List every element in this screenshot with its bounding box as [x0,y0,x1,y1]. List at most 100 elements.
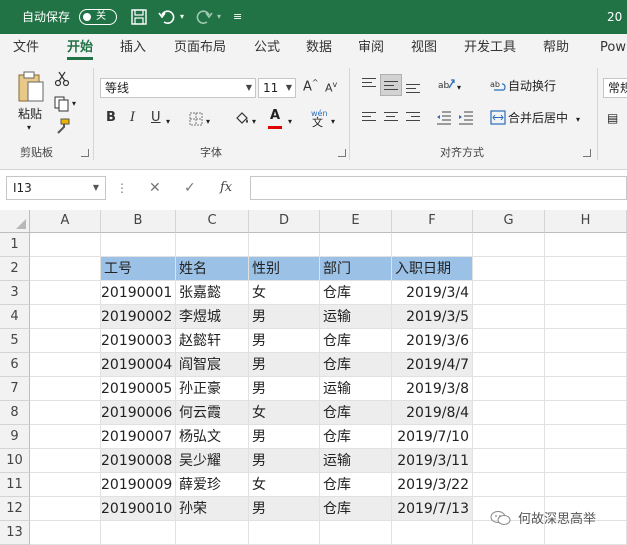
table-cell[interactable]: 20190005 [101,377,176,401]
table-cell[interactable]: 运输 [320,305,392,329]
merge-center-icon[interactable] [490,110,506,125]
table-cell[interactable]: 吴少耀 [176,449,249,473]
table-cell[interactable]: 2019/7/10 [392,425,473,449]
cell[interactable] [473,449,545,473]
align-right-icon[interactable] [406,112,420,124]
table-cell[interactable]: 仓库 [320,281,392,305]
fill-color-dropdown-icon[interactable]: ▾ [252,114,256,130]
table-cell[interactable]: 2019/3/11 [392,449,473,473]
table-cell[interactable]: 女 [249,401,320,425]
customize-qat-icon[interactable]: ≡ [233,0,242,34]
table-cell[interactable]: 20190001 [101,281,176,305]
cell[interactable] [30,353,101,377]
table-cell[interactable]: 赵懿轩 [176,329,249,353]
cell[interactable] [545,425,627,449]
table-cell[interactable]: 阎智宸 [176,353,249,377]
table-cell[interactable]: 男 [249,449,320,473]
table-cell[interactable]: 2019/3/6 [392,329,473,353]
cell[interactable] [545,233,627,257]
paste-dropdown-icon[interactable]: ▾ [27,120,31,136]
cell[interactable] [545,377,627,401]
confirm-icon[interactable]: ✓ [184,176,196,200]
cell[interactable] [473,401,545,425]
row-header-9[interactable]: 9 [0,425,30,449]
table-cell[interactable]: 2019/3/4 [392,281,473,305]
font-launcher-icon[interactable] [338,149,346,157]
name-box[interactable]: I13 ▼ [6,176,106,200]
cell[interactable] [545,353,627,377]
wrap-text-button[interactable]: 自动换行 [508,78,556,94]
table-cell[interactable]: 2019/3/8 [392,377,473,401]
cell[interactable] [392,233,473,257]
row-header-4[interactable]: 4 [0,305,30,329]
cell[interactable] [30,257,101,281]
phonetic-guide-button[interactable]: 文 [312,115,323,131]
align-top-icon[interactable] [362,78,376,90]
fill-color-icon[interactable] [234,110,250,126]
row-header-12[interactable]: 12 [0,497,30,521]
cell[interactable] [473,377,545,401]
cell[interactable] [320,233,392,257]
table-cell[interactable]: 男 [249,497,320,521]
tab-review[interactable]: 审阅 [358,34,384,62]
cell[interactable] [545,401,627,425]
column-header-e[interactable]: E [320,210,392,233]
row-header-5[interactable]: 5 [0,329,30,353]
cell[interactable] [30,401,101,425]
decrease-font-size-icon[interactable]: Av [325,80,337,95]
phonetic-dropdown-icon[interactable]: ▾ [331,114,335,130]
borders-icon[interactable] [189,112,203,126]
row-header-3[interactable]: 3 [0,281,30,305]
cell[interactable] [545,281,627,305]
cell[interactable] [30,377,101,401]
tab-page-layout[interactable]: 页面布局 [174,34,226,62]
column-header-d[interactable]: D [249,210,320,233]
column-header-g[interactable]: G [473,210,545,233]
wrap-text-icon[interactable]: ab [490,78,506,92]
table-cell[interactable]: 女 [249,281,320,305]
tab-data[interactable]: 数据 [306,34,332,62]
font-name-select[interactable]: 等线 ▼ [100,78,256,98]
font-color-button[interactable]: A [270,108,280,123]
row-header-13[interactable]: 13 [0,521,30,545]
undo-dropdown-icon[interactable]: ▾ [180,0,184,34]
table-cell[interactable]: 男 [249,425,320,449]
tab-insert[interactable]: 插入 [120,34,146,62]
redo-icon[interactable] [195,8,213,26]
column-header-a[interactable]: A [30,210,101,233]
table-cell[interactable]: 2019/3/5 [392,305,473,329]
table-cell[interactable]: 运输 [320,377,392,401]
underline-dropdown-icon[interactable]: ▾ [166,114,170,130]
table-cell[interactable]: 薛爱珍 [176,473,249,497]
table-cell[interactable]: 孙荣 [176,497,249,521]
table-header-cell[interactable]: 入职日期 [392,257,473,281]
cell[interactable] [30,329,101,353]
cell[interactable] [101,233,176,257]
cell[interactable] [473,305,545,329]
table-cell[interactable]: 20190006 [101,401,176,425]
cell[interactable] [545,449,627,473]
row-header-1[interactable]: 1 [0,233,30,257]
tab-view[interactable]: 视图 [411,34,437,62]
table-cell[interactable]: 仓库 [320,329,392,353]
row-header-6[interactable]: 6 [0,353,30,377]
number-format-select[interactable]: 常规 [603,78,627,98]
cell[interactable] [30,449,101,473]
table-header-cell[interactable]: 姓名 [176,257,249,281]
align-center-icon[interactable] [384,112,398,124]
row-header-8[interactable]: 8 [0,401,30,425]
table-cell[interactable]: 20190003 [101,329,176,353]
copy-dropdown-icon[interactable]: ▾ [72,96,76,112]
tab-file[interactable]: 文件 [13,34,39,62]
row-header-7[interactable]: 7 [0,377,30,401]
table-cell[interactable]: 仓库 [320,473,392,497]
column-header-b[interactable]: B [101,210,176,233]
cell[interactable] [473,233,545,257]
table-cell[interactable]: 20190010 [101,497,176,521]
table-cell[interactable]: 20190004 [101,353,176,377]
autosave-toggle[interactable]: 关 [79,9,117,25]
table-cell[interactable]: 张嘉懿 [176,281,249,305]
table-header-cell[interactable]: 性别 [249,257,320,281]
tab-formulas[interactable]: 公式 [254,34,280,62]
cell[interactable] [30,233,101,257]
